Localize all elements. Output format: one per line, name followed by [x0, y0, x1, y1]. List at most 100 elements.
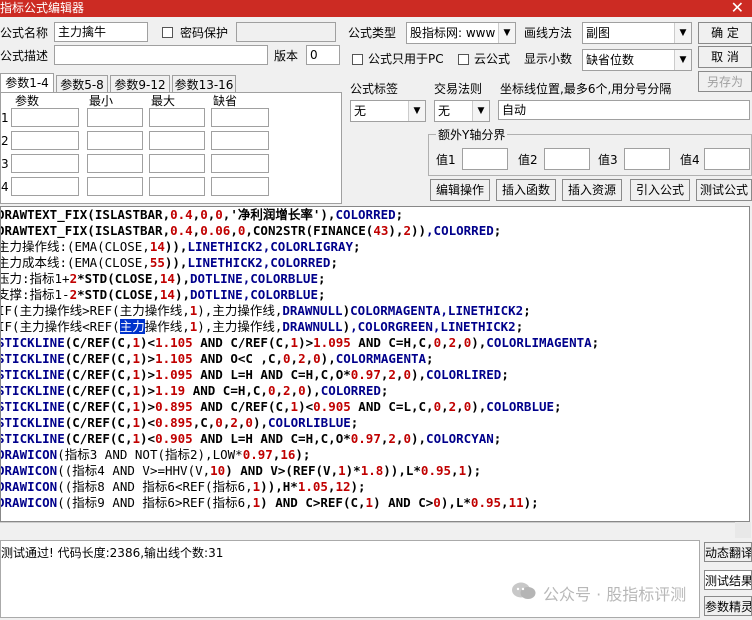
coords-input[interactable]: 自动 [498, 100, 750, 120]
test-result-button[interactable]: 测试结果 [704, 570, 752, 590]
code-line[interactable]: STICKLINE(C/REF(C,1)<0.905 AND L=H AND C… [1, 431, 599, 447]
code-line[interactable]: 主力成本线:(EMA(CLOSE,55)),LINETHICK2,COLORRE… [1, 255, 599, 271]
trade-label: 交易法则 [434, 82, 483, 96]
params-row-num: 2 [1, 134, 9, 148]
yaxis-value2-input[interactable] [544, 148, 590, 170]
version-input[interactable]: 0 [306, 45, 340, 65]
watermark-text: 公众号 · 股指标评测 [543, 585, 687, 604]
yaxis-value4-input[interactable] [704, 148, 750, 170]
cloud-label: 云公式 [474, 52, 511, 66]
yaxis-value4-label: 值4 [680, 153, 700, 167]
yaxis-value1-label: 值1 [436, 153, 456, 167]
code-line[interactable]: DRAWTEXT_FIX(ISLASTBAR,0.4,0,0,'净利润增长率')… [1, 207, 599, 223]
param-min-input[interactable] [87, 154, 143, 173]
title-bar: 指标公式编辑器 ✕ [0, 0, 752, 17]
param-wizard-button[interactable]: 参数精灵 [704, 596, 752, 616]
param-name-input[interactable] [11, 154, 79, 173]
param-min-input[interactable] [87, 131, 143, 150]
coords-label: 坐标线位置,最多6个,用分号分隔 [500, 82, 672, 96]
close-icon[interactable]: ✕ [731, 0, 744, 18]
pc-only-checkbox[interactable] [352, 54, 363, 65]
insert-resource-button[interactable]: 插入资源 [562, 179, 622, 201]
chevron-down-icon: ▼ [408, 101, 425, 121]
code-line[interactable]: DRAWICON((指标4 AND V>=HHV(V,10) AND V>(RE… [1, 463, 599, 479]
code-line[interactable]: 主力操作线:(EMA(CLOSE,14)),LINETHICK2,COLORLI… [1, 239, 599, 255]
draw-value: 副图 [586, 26, 611, 40]
dynamic-translate-button[interactable]: 动态翻译 [704, 542, 752, 562]
test-formula-button[interactable]: 测试公式 [696, 179, 752, 201]
code-text[interactable]: DRAWTEXT_FIX(ISLASTBAR,0.4,0,0,'净利润增长率')… [1, 207, 599, 511]
param-max-input[interactable] [149, 154, 205, 173]
code-line[interactable]: STICKLINE(C/REF(C,1)>1.19 AND C=H,C,0,2,… [1, 383, 599, 399]
code-line[interactable]: 压力:指标1+2*STD(CLOSE,14),DOTLINE,COLORBLUE… [1, 271, 599, 287]
chevron-down-icon: ▼ [498, 23, 515, 43]
name-input[interactable]: 主力擒牛 [54, 22, 148, 42]
yaxis-value2-label: 值2 [518, 153, 538, 167]
code-line[interactable]: 支撑:指标1-2*STD(CLOSE,14),DOTLINE,COLORBLUE… [1, 287, 599, 303]
code-line[interactable]: DRAWICON((指标8 AND 指标6<REF(指标6,1)),H*1.05… [1, 479, 599, 495]
params-panel: 参数 最小 最大 缺省 1 2 3 4 [0, 92, 342, 204]
password-checkbox[interactable] [162, 27, 173, 38]
type-value: 股指标网: www [410, 26, 496, 40]
param-name-input[interactable] [11, 131, 79, 150]
cancel-button[interactable]: 取 消 [698, 46, 752, 68]
param-default-input[interactable] [211, 177, 269, 196]
ok-button[interactable]: 确 定 [698, 22, 752, 44]
scroll-corner [735, 522, 751, 538]
params-row-num: 1 [1, 111, 9, 125]
param-min-input[interactable] [87, 177, 143, 196]
chevron-down-icon: ▼ [674, 23, 691, 43]
decimals-value: 缺省位数 [586, 53, 635, 67]
insert-function-button[interactable]: 插入函数 [496, 179, 556, 201]
code-line[interactable]: STICKLINE(C/REF(C,1)<1.105 AND C/REF(C,1… [1, 335, 599, 351]
code-editor[interactable]: DRAWTEXT_FIX(ISLASTBAR,0.4,0,0,'净利润增长率')… [0, 206, 750, 522]
version-label: 版本 [274, 49, 299, 63]
param-name-input[interactable] [11, 177, 79, 196]
desc-input[interactable] [54, 45, 268, 65]
params-row-num: 3 [1, 157, 9, 171]
import-formula-button[interactable]: 引入公式 [630, 179, 690, 201]
tab-params-9-12[interactable]: 参数9-12 [110, 75, 170, 93]
draw-select[interactable]: 副图 ▼ [582, 22, 692, 44]
cloud-checkbox[interactable] [458, 54, 469, 65]
right-panel: 动态翻译 测试结果 参数精灵 [702, 540, 752, 620]
type-label: 公式类型 [348, 26, 397, 40]
param-name-input[interactable] [11, 108, 79, 127]
decimals-label: 显示小数 [524, 52, 573, 66]
code-line[interactable]: DRAWTEXT_FIX(ISLASTBAR,0.4,0.06,0,CON2ST… [1, 223, 599, 239]
tab-params-1-4[interactable]: 参数1-4 [0, 73, 54, 93]
code-line[interactable]: DRAWICON((指标9 AND 指标6>REF(指标6,1) AND C>R… [1, 495, 599, 511]
param-default-input[interactable] [211, 154, 269, 173]
horizontal-scrollbar[interactable] [0, 522, 735, 539]
save-as-button[interactable]: 另存为 [698, 71, 752, 92]
code-line[interactable]: STICKLINE(C/REF(C,1)<0.895,C,0,2,0),COLO… [1, 415, 599, 431]
code-line[interactable]: DRAWICON(指标3 AND NOT(指标2),LOW*0.97,16); [1, 447, 599, 463]
tag-select[interactable]: 无 ▼ [350, 100, 426, 122]
tab-params-13-16[interactable]: 参数13-16 [172, 75, 236, 93]
param-max-input[interactable] [149, 131, 205, 150]
draw-label: 画线方法 [524, 26, 573, 40]
pc-only-label: 公式只用于PC [368, 52, 444, 66]
trade-select[interactable]: 无 ▼ [434, 100, 490, 122]
tag-label: 公式标签 [350, 82, 399, 96]
code-line[interactable]: STICKLINE(C/REF(C,1)>0.895 AND C/REF(C,1… [1, 399, 599, 415]
desc-label: 公式描述 [0, 49, 49, 63]
trade-value: 无 [438, 104, 451, 118]
decimals-select[interactable]: 缺省位数 ▼ [582, 49, 692, 71]
yaxis-value1-input[interactable] [462, 148, 508, 170]
type-select[interactable]: 股指标网: www ▼ [406, 22, 516, 44]
param-max-input[interactable] [149, 108, 205, 127]
param-max-input[interactable] [149, 177, 205, 196]
param-default-input[interactable] [211, 108, 269, 127]
edit-ops-button[interactable]: 编辑操作 [430, 179, 490, 201]
code-line[interactable]: STICKLINE(C/REF(C,1)>1.095 AND L=H AND C… [1, 367, 599, 383]
yaxis-value3-label: 值3 [598, 153, 618, 167]
param-default-input[interactable] [211, 131, 269, 150]
password-input[interactable] [236, 22, 336, 42]
tab-params-5-8[interactable]: 参数5-8 [56, 75, 108, 93]
code-line[interactable]: STICKLINE(C/REF(C,1)>1.105 AND O<C ,C,0,… [1, 351, 599, 367]
code-line[interactable]: IF(主力操作线>REF(主力操作线,1),主力操作线,DRAWNULL)COL… [1, 303, 599, 319]
yaxis-value3-input[interactable] [624, 148, 670, 170]
param-min-input[interactable] [87, 108, 143, 127]
code-line[interactable]: IF(主力操作线<REF(主力操作线,1),主力操作线,DRAWNULL),CO… [1, 319, 599, 335]
